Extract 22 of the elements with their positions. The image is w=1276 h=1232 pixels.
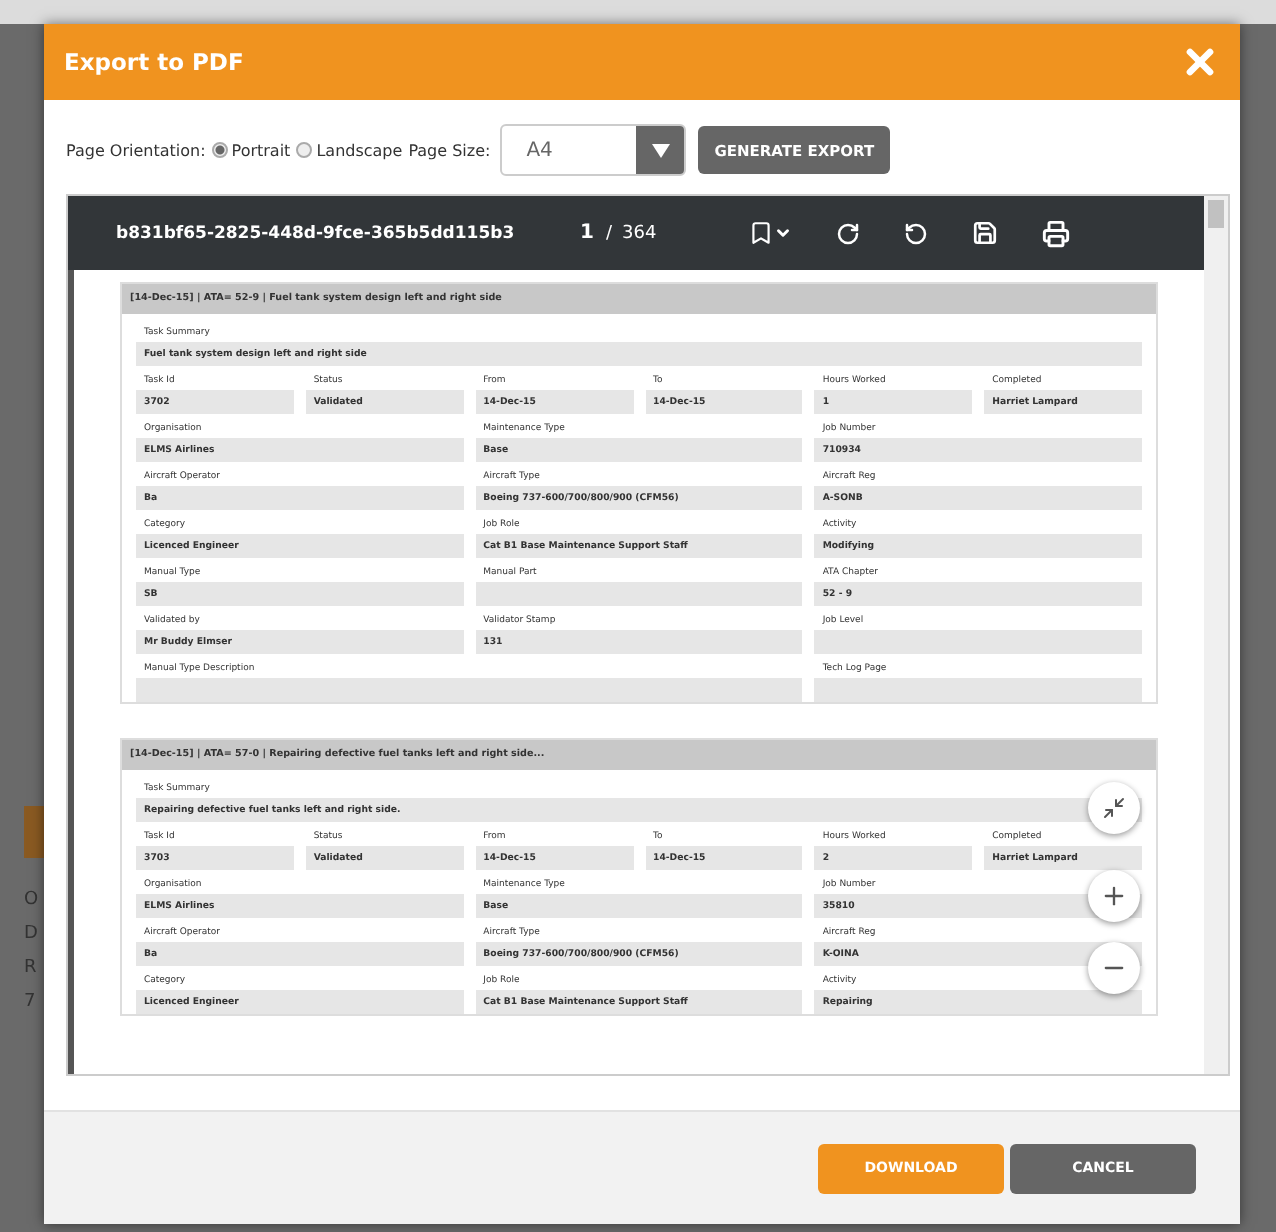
print-icon[interactable] [1042,219,1071,247]
page-number: 1 [580,222,594,244]
caret-icon [651,143,670,157]
orientation-radio[interactable]: Portrait [211,141,291,159]
rotate-counterclockwise-icon[interactable] [904,221,929,245]
save-icon[interactable] [972,220,999,246]
scrollbar[interactable] [1204,196,1228,1074]
shrink-icon [1102,796,1126,820]
background-text: O [24,890,41,912]
plus-icon [1100,882,1128,910]
page-separator: / [605,223,613,243]
page-size-label: Page Size: [408,141,491,159]
bookmark-icon[interactable] [748,220,793,246]
orientation-label: Page Orientation: [66,141,206,159]
page-size-select[interactable]: A4 [500,124,687,176]
background-block [24,806,44,858]
background-text: 7 [24,992,38,1014]
orientation-radio[interactable]: Landscape [296,141,403,159]
page-count: 364 [622,223,657,243]
document-title: b831bf65-2825-448d-9fce-365b5dd115b3 [116,223,517,243]
rotate-clockwise-icon[interactable] [836,221,861,245]
dialog-title: Export to PDF [64,48,244,76]
